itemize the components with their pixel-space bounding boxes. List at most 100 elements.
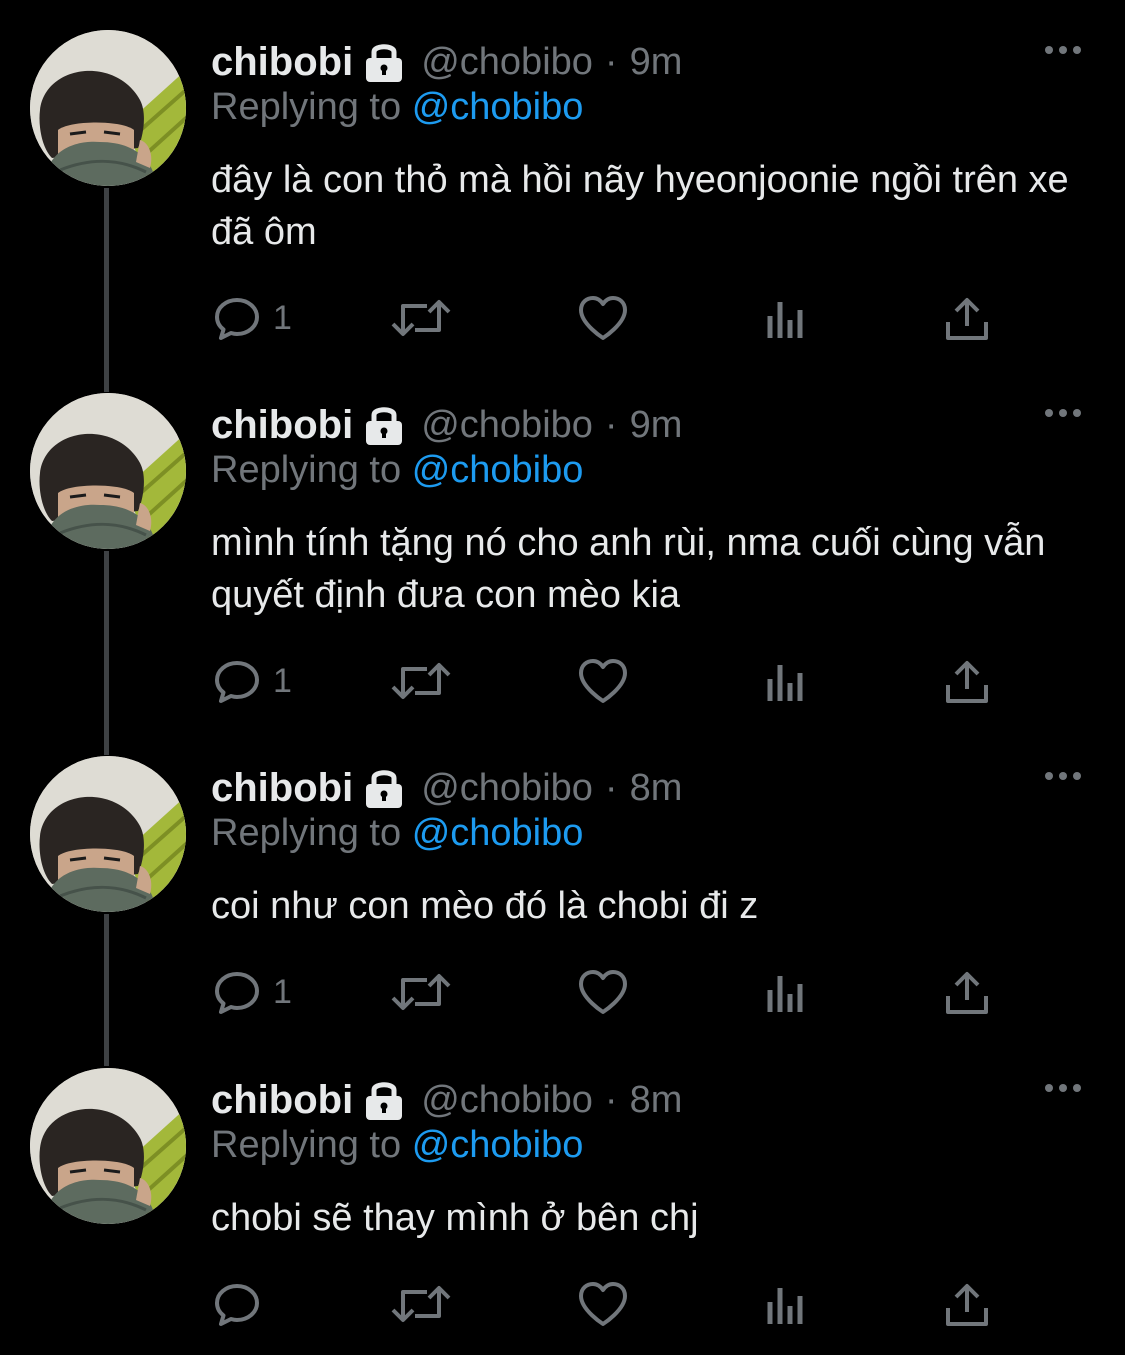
lock-icon: [363, 40, 405, 84]
separator-dot: ·: [604, 403, 618, 446]
reply-count: 1: [273, 972, 292, 1011]
views-button[interactable]: [766, 290, 806, 346]
reply-icon: [215, 661, 259, 703]
separator-dot: ·: [604, 766, 618, 809]
reply-button[interactable]: 1: [213, 290, 292, 346]
tweet[interactable]: chibobi @chobibo · 9m Replying to @chobi…: [0, 363, 1125, 726]
replying-to-line: Replying to @chobibo: [211, 86, 583, 129]
tweet-text: đây là con thỏ mà hồi nãy hyeonjoonie ng…: [211, 159, 1069, 253]
separator-dot: ·: [604, 1078, 618, 1121]
reply-icon: [215, 298, 259, 340]
replying-to-label: Replying to: [211, 86, 402, 128]
like-button[interactable]: [578, 653, 628, 709]
avatar[interactable]: [30, 30, 186, 186]
replying-to-link[interactable]: @chobibo: [412, 812, 584, 854]
retweet-icon: [391, 974, 451, 1010]
tweet-text: coi như con mèo đó là chobi đi z: [211, 885, 759, 927]
replying-to-line: Replying to @chobibo: [211, 812, 583, 855]
action-bar: [211, 1276, 1011, 1332]
more-options-icon[interactable]: [1043, 40, 1083, 60]
replying-to-line: Replying to @chobibo: [211, 449, 583, 492]
analytics-icon: [767, 665, 803, 701]
heart-icon: [579, 1282, 627, 1326]
timestamp[interactable]: 8m: [630, 767, 683, 810]
retweet-button[interactable]: [391, 1276, 451, 1332]
analytics-icon: [767, 976, 803, 1012]
like-button[interactable]: [578, 290, 628, 346]
reply-count: 1: [273, 298, 292, 337]
tweet-header: chibobi @chobibo · 9m: [211, 36, 682, 88]
replying-to-line: Replying to @chobibo: [211, 1124, 583, 1167]
like-button[interactable]: [578, 1276, 628, 1332]
tweet[interactable]: chibobi @chobibo · 8m Replying to @chobi…: [0, 1038, 1125, 1355]
retweet-button[interactable]: [391, 653, 451, 709]
display-name[interactable]: chibobi: [211, 403, 353, 448]
user-handle[interactable]: @chobibo: [421, 1079, 593, 1122]
reply-button[interactable]: [213, 1276, 273, 1332]
more-options-icon[interactable]: [1043, 403, 1083, 423]
display-name[interactable]: chibobi: [211, 766, 353, 811]
tweet-text: chobi sẽ thay mình ở bên chj: [211, 1197, 699, 1239]
reply-icon: [215, 1284, 259, 1326]
timestamp[interactable]: 8m: [630, 1079, 683, 1122]
replying-to-label: Replying to: [211, 449, 402, 491]
replying-to-label: Replying to: [211, 1124, 402, 1166]
tweet-text: mình tính tặng nó cho anh rùi, nma cuối …: [211, 522, 1046, 616]
retweet-button[interactable]: [391, 290, 451, 346]
retweet-icon: [391, 300, 451, 336]
user-handle[interactable]: @chobibo: [421, 767, 593, 810]
analytics-icon: [767, 1288, 803, 1324]
separator-dot: ·: [604, 40, 618, 83]
action-bar: 1: [211, 290, 1011, 346]
share-icon: [946, 972, 988, 1014]
timestamp[interactable]: 9m: [630, 41, 683, 84]
avatar[interactable]: [30, 393, 186, 549]
heart-icon: [579, 970, 627, 1014]
retweet-icon: [391, 1286, 451, 1322]
views-button[interactable]: [766, 964, 806, 1020]
share-button[interactable]: [944, 290, 990, 346]
action-bar: 1: [211, 653, 1011, 709]
reply-count: 1: [273, 661, 292, 700]
share-button[interactable]: [944, 1276, 990, 1332]
display-name[interactable]: chibobi: [211, 1078, 353, 1123]
retweet-icon: [391, 663, 451, 699]
tweet[interactable]: chibobi @chobibo · 9m Replying to @chobi…: [0, 0, 1125, 363]
lock-icon: [363, 403, 405, 447]
share-button[interactable]: [944, 653, 990, 709]
tweet-header: chibobi @chobibo · 8m: [211, 1074, 682, 1126]
replying-to-link[interactable]: @chobibo: [412, 449, 584, 491]
tweet[interactable]: chibobi @chobibo · 8m Replying to @chobi…: [0, 726, 1125, 1038]
tweet-thread: chibobi @chobibo · 9m Replying to @chobi…: [0, 0, 1125, 1355]
timestamp[interactable]: 9m: [630, 404, 683, 447]
share-icon: [946, 1284, 988, 1326]
reply-button[interactable]: 1: [213, 964, 292, 1020]
user-handle[interactable]: @chobibo: [421, 404, 593, 447]
like-button[interactable]: [578, 964, 628, 1020]
lock-icon: [363, 1078, 405, 1122]
share-icon: [946, 298, 988, 340]
more-options-icon[interactable]: [1043, 766, 1083, 786]
heart-icon: [579, 296, 627, 340]
heart-icon: [579, 659, 627, 703]
avatar[interactable]: [30, 1068, 186, 1224]
action-bar: 1: [211, 964, 1011, 1020]
more-options-icon[interactable]: [1043, 1078, 1083, 1098]
reply-button[interactable]: 1: [213, 653, 292, 709]
replying-to-link[interactable]: @chobibo: [412, 1124, 584, 1166]
lock-icon: [363, 766, 405, 810]
share-icon: [946, 661, 988, 703]
analytics-icon: [767, 302, 803, 338]
replying-to-link[interactable]: @chobibo: [412, 86, 584, 128]
retweet-button[interactable]: [391, 964, 451, 1020]
avatar[interactable]: [30, 756, 186, 912]
reply-icon: [215, 972, 259, 1014]
user-handle[interactable]: @chobibo: [421, 41, 593, 84]
views-button[interactable]: [766, 1276, 806, 1332]
tweet-header: chibobi @chobibo · 8m: [211, 762, 682, 814]
replying-to-label: Replying to: [211, 812, 402, 854]
tweet-header: chibobi @chobibo · 9m: [211, 399, 682, 451]
share-button[interactable]: [944, 964, 990, 1020]
display-name[interactable]: chibobi: [211, 40, 353, 85]
views-button[interactable]: [766, 653, 806, 709]
